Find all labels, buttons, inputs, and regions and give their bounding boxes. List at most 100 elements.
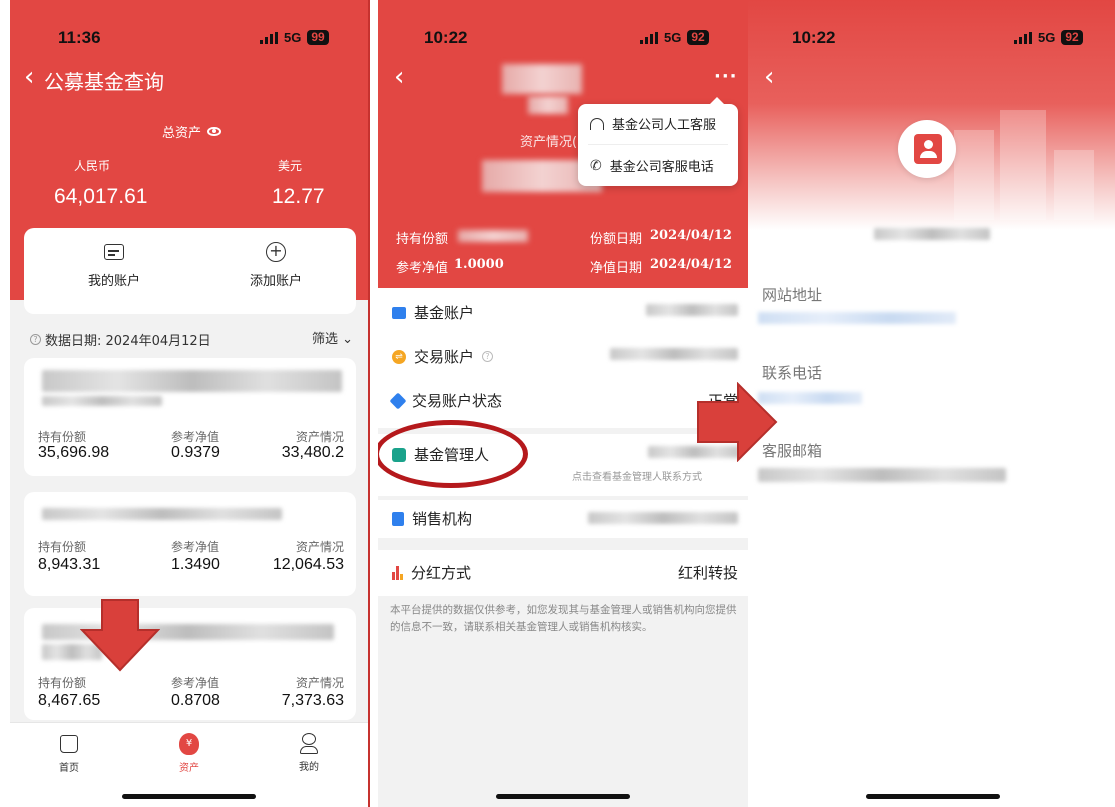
phone-label: 联系电话	[762, 364, 823, 382]
signal-icon	[260, 31, 278, 44]
menu-item-phone[interactable]: ✆ 基金公司客服电话	[590, 156, 714, 176]
tab-assets[interactable]: ¥ 资产	[174, 733, 204, 774]
help-icon[interactable]: ?	[482, 351, 494, 362]
fund-shares-label: 持有份额	[38, 676, 87, 690]
tab-mine-label: 我的	[299, 762, 319, 773]
fund-manager-hint: 点击查看基金管理人联系方式	[572, 472, 702, 483]
plus-circle-icon: +	[266, 242, 286, 262]
status-time: 10:22	[792, 28, 836, 47]
building-illustration	[944, 100, 1114, 220]
share-date: 2024/04/12	[650, 228, 732, 243]
battery-level: 92	[687, 30, 709, 45]
add-account-button[interactable]: + 添加账户	[246, 242, 306, 289]
fund-assets-label: 资产情况	[295, 540, 344, 554]
fund-card[interactable]: 持有份额 参考净值 资产情况 8,467.65 0.8708 7,373.63	[24, 608, 356, 720]
fund-code-redacted	[528, 96, 568, 114]
phone-screen-fund-detail: 10:22 5G 92 ‹ ··· 资产情况( 基金公司人工客服 ✆ 基金公司客…	[378, 0, 748, 807]
fund-card[interactable]: 持有份额 参考净值 资产情况 35,696.98 0.9379 33,480.2	[24, 358, 356, 476]
fund-nav: 0.8708	[171, 692, 220, 709]
trade-account-row[interactable]: ⇌ 交易账户 ?	[392, 346, 494, 367]
shares-label: 持有份额	[396, 232, 449, 247]
fund-nav-label: 参考净值	[171, 540, 220, 554]
back-icon[interactable]: ‹	[24, 64, 34, 90]
rmb-value: 64,017.61	[54, 185, 148, 208]
battery-level: 99	[307, 30, 329, 45]
website-redacted[interactable]	[758, 312, 956, 324]
fund-card[interactable]: 持有份额 参考净值 资产情况 8,943.31 1.3490 12,064.53	[24, 492, 356, 596]
fund-shares: 8,467.65	[38, 692, 101, 709]
fund-nav-label: 参考净值	[171, 430, 220, 444]
fund-assets: 7,373.63	[281, 692, 344, 709]
total-assets[interactable]: 总资产	[162, 122, 222, 141]
share-date-label: 份额日期	[590, 232, 643, 247]
status-time: 10:22	[424, 28, 468, 47]
shares-value-redacted	[458, 230, 528, 242]
filter-button[interactable]: 筛选 ⌄	[312, 328, 353, 347]
status-bar-right: 5G 92	[1014, 30, 1083, 45]
nav-label: 参考净值	[396, 261, 449, 276]
fund-shares: 8,943.31	[38, 556, 101, 573]
network-type: 5G	[284, 30, 302, 45]
my-account-button[interactable]: 我的账户	[84, 244, 144, 289]
screen-divider	[368, 0, 370, 807]
dividend-value: 红利转投	[677, 564, 738, 582]
fund-nav: 1.3490	[171, 556, 220, 573]
nav-value: 1.0000	[454, 257, 504, 272]
card-icon	[104, 244, 124, 260]
tab-home[interactable]: 首页	[54, 735, 84, 774]
fund-shares-label: 持有份额	[38, 430, 87, 444]
trade-status-row: 交易账户状态	[389, 390, 503, 411]
annotation-ring	[378, 420, 528, 488]
sales-agency-row[interactable]: 销售机构	[378, 500, 748, 538]
more-menu: 基金公司人工客服 ✆ 基金公司客服电话	[578, 97, 738, 186]
home-indicator	[496, 794, 630, 799]
nav-date: 2024/04/12	[650, 257, 732, 272]
menu-item-service[interactable]: 基金公司人工客服	[590, 114, 716, 133]
usd-value: 12.77	[272, 185, 325, 208]
dividend-row: 分红方式 红利转投	[378, 550, 748, 596]
back-icon[interactable]: ‹	[394, 64, 404, 90]
trade-status-label: 交易账户状态	[412, 392, 503, 410]
trade-account-label: 交易账户	[414, 348, 475, 366]
headset-icon	[590, 117, 604, 130]
fund-assets-label: 资产情况	[295, 430, 344, 444]
my-account-label: 我的账户	[87, 274, 140, 289]
contact-book-icon	[898, 120, 956, 178]
filter-label: 筛选	[312, 332, 339, 347]
status-bar-right: 5G 99	[260, 30, 329, 45]
status-time: 11:36	[58, 28, 101, 47]
menu-item-service-label: 基金公司人工客服	[612, 118, 717, 133]
tab-mine[interactable]: 我的	[294, 733, 324, 773]
fund-account-row[interactable]: 基金账户	[392, 302, 474, 323]
nav-date-label: 净值日期	[590, 261, 643, 276]
battery-level: 92	[1061, 30, 1083, 45]
status-bar-right: 5G 92	[640, 30, 709, 45]
fund-assets: 33,480.2	[281, 444, 344, 461]
dividend-label: 分红方式	[411, 564, 472, 582]
phone-screen-manager-contact: 10:22 5G 92 ‹ 网站地址 联系电话 客服邮箱	[748, 0, 1115, 807]
manager-name-redacted	[874, 228, 990, 240]
account-section: 基金账户 ⇌ 交易账户 ? 交易账户状态 正常	[378, 288, 748, 428]
home-indicator	[122, 794, 256, 799]
network-type: 5G	[664, 30, 682, 45]
annotation-arrow-right-icon	[697, 382, 778, 462]
website-label: 网站地址	[762, 286, 823, 304]
help-icon[interactable]: ?	[30, 334, 41, 345]
back-icon[interactable]: ‹	[764, 64, 774, 90]
bar-chart-icon	[392, 565, 403, 580]
tab-home-label: 首页	[59, 763, 79, 774]
rmb-label: 人民币	[74, 159, 111, 173]
sales-agency-label: 销售机构	[412, 510, 473, 528]
annotation-arrow-down-icon	[80, 599, 160, 672]
fund-code-redacted	[42, 396, 162, 406]
fund-name-redacted	[42, 370, 342, 392]
email-redacted[interactable]	[758, 468, 1006, 482]
money-bag-icon: ¥	[179, 733, 199, 755]
home-icon	[60, 735, 78, 753]
more-icon[interactable]: ···	[714, 66, 738, 87]
fund-shares: 35,696.98	[38, 444, 110, 461]
fund-assets: 12,064.53	[272, 556, 344, 573]
phone-screen-fund-query: 11:36 5G 99 ‹ 公募基金查询 总资产 人民币 64,017.61 美…	[10, 0, 368, 807]
trade-account-redacted	[610, 348, 738, 360]
eye-icon[interactable]	[207, 127, 222, 136]
